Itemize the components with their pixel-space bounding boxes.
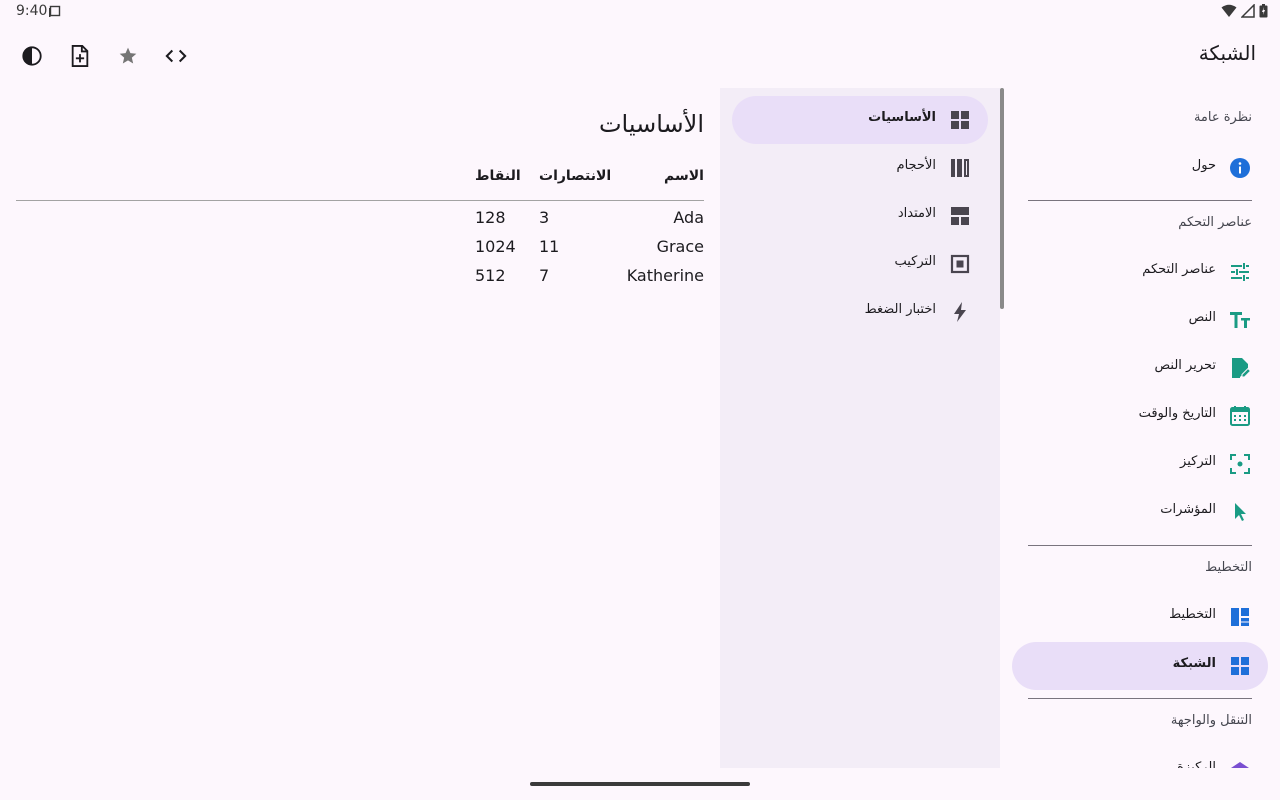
nav-item-controls[interactable]: عناصر التحكم (1012, 248, 1268, 296)
cell-points: 128 (475, 208, 506, 227)
section-divider (1028, 698, 1252, 699)
nav-item-date-time[interactable]: التاريخ والوقت (1012, 392, 1268, 440)
status-icons (1221, 4, 1268, 18)
section-title-navigation: التنقل والواجهة (1170, 713, 1252, 728)
signal-icon (1241, 4, 1255, 18)
nav-item-label: حول (1191, 158, 1216, 173)
nav-item-label: التركيز (1180, 454, 1216, 469)
sub-item-label: التركيب (894, 254, 936, 269)
cell-wins: 11 (539, 237, 560, 256)
grid-icon (1231, 657, 1249, 675)
screenshot-icon (49, 5, 61, 17)
edit-document-icon (1232, 358, 1252, 378)
nav-item-about[interactable]: حول (1012, 144, 1268, 192)
app-bar: الشبكة (0, 24, 1280, 88)
content-area: الأساسيات الاسم الانتصارات النقاط Ada 3 … (16, 88, 704, 768)
code-button[interactable] (160, 40, 192, 72)
dashboard-icon (1231, 608, 1249, 626)
status-bar: 9:40 (0, 0, 1280, 24)
cursor-icon (1235, 503, 1246, 521)
theme-toggle-button[interactable] (16, 40, 48, 72)
stack-icon (1231, 762, 1249, 768)
nav-item-label: النص (1188, 310, 1216, 325)
main-navigation: نظرة عامة حول عناصر التحكم عناصر التحكم … (1012, 88, 1268, 768)
sub-item-label: الأحجام (896, 158, 936, 173)
wifi-icon (1221, 4, 1237, 17)
cell-name: Ada (673, 208, 704, 227)
column-header-points: النقاط (475, 168, 521, 184)
status-time: 9:40 (16, 3, 48, 19)
star-icon (119, 47, 137, 64)
section-divider (1028, 200, 1252, 201)
scrollbar[interactable] (1000, 88, 1004, 309)
info-icon (1230, 158, 1250, 178)
favorite-button[interactable] (112, 40, 144, 72)
cell-points: 1024 (475, 237, 516, 256)
section-title-controls: عناصر التحكم (1178, 215, 1252, 230)
span-icon (951, 207, 969, 225)
nav-item-label: المؤشرات (1160, 502, 1216, 517)
table-row: Katherine 7 512 (16, 262, 704, 291)
new-file-button[interactable] (64, 40, 96, 72)
tune-icon (1231, 263, 1249, 281)
columns-icon (951, 159, 969, 177)
cell-name: Katherine (626, 266, 704, 285)
table-row: Grace 11 1024 (16, 233, 704, 262)
sub-item-label: الامتداد (897, 206, 936, 221)
note-add-icon (71, 45, 89, 67)
nav-item-grid[interactable]: الشبكة (1012, 642, 1268, 690)
sub-item-sizes[interactable]: الأحجام (732, 144, 988, 192)
text-fields-icon (1230, 312, 1250, 328)
sub-item-label: اختبار الضغط (864, 302, 936, 317)
bolt-icon (954, 302, 966, 322)
cell-name: Grace (656, 237, 704, 256)
focus-icon (1230, 454, 1250, 474)
nav-item-layout[interactable]: التخطيط (1012, 593, 1268, 641)
section-title: الأساسيات (598, 110, 704, 138)
cell-wins: 7 (539, 266, 550, 285)
nav-item-label: تحرير النص (1154, 358, 1216, 373)
column-header-name: الاسم (664, 168, 704, 184)
section-title-overview: نظرة عامة (1193, 110, 1252, 125)
cell-wins: 3 (539, 208, 550, 227)
sub-navigation: الأساسيات الأحجام الامتداد التركيب اختبا… (720, 88, 1004, 768)
sub-item-basics[interactable]: الأساسيات (732, 96, 988, 144)
nav-item-cursors[interactable]: المؤشرات (1012, 488, 1268, 536)
home-indicator[interactable] (530, 782, 750, 786)
sub-item-nested[interactable]: التركيب (732, 240, 988, 288)
nav-item-text[interactable]: النص (1012, 296, 1268, 344)
nav-item-label: التخطيط (1169, 607, 1216, 622)
page-title: الشبكة (1198, 41, 1256, 65)
sub-item-label: الأساسيات (868, 110, 936, 125)
cell-points: 512 (475, 266, 506, 285)
calendar-icon (1230, 406, 1250, 426)
nav-item-label: الركيزة (1177, 760, 1216, 768)
grid-icon (951, 111, 969, 129)
nav-item-label: التاريخ والوقت (1138, 406, 1216, 421)
nav-item-label: الشبكة (1172, 656, 1216, 671)
code-icon (165, 49, 187, 63)
nested-icon (950, 254, 970, 274)
contrast-icon (22, 46, 42, 66)
battery-icon (1259, 4, 1268, 18)
nav-item-label: عناصر التحكم (1142, 262, 1216, 277)
section-title-layout: التخطيط (1205, 560, 1252, 575)
table-header: الاسم الانتصارات النقاط (16, 160, 704, 201)
sub-item-span[interactable]: الامتداد (732, 192, 988, 240)
table-row: Ada 3 128 (16, 204, 704, 233)
nav-item-focus[interactable]: التركيز (1012, 440, 1268, 488)
sub-item-stress-test[interactable]: اختبار الضغط (732, 288, 988, 336)
section-divider (1028, 545, 1252, 546)
nav-item-stack[interactable]: الركيزة (1012, 746, 1268, 768)
column-header-wins: الانتصارات (539, 168, 612, 184)
nav-item-text-editing[interactable]: تحرير النص (1012, 344, 1268, 392)
